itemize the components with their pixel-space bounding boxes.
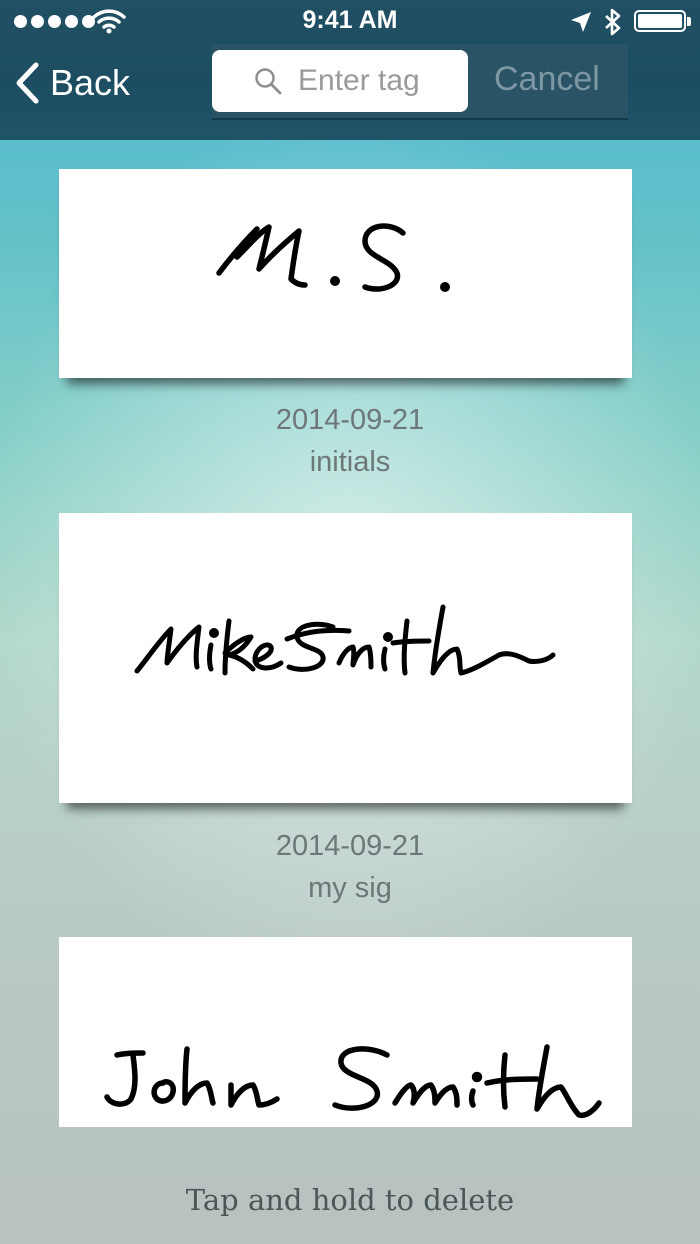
search-input[interactable]: Enter tag [212, 50, 468, 112]
back-label: Back [50, 62, 131, 103]
signature-date: 2014-09-21 [275, 830, 425, 862]
signature-meta-2: 2014-09-21 my sig [0, 825, 700, 909]
battery-tip [687, 17, 691, 26]
back-button[interactable]: Back [14, 62, 130, 104]
signature-image [104, 1044, 602, 1119]
battery-icon [634, 10, 686, 32]
signature-image [134, 604, 556, 676]
navigation-bar: 9:41 AM Back Enter tag Cancel [0, 0, 700, 140]
signature-date: 2014-09-21 [275, 404, 425, 436]
location-arrow-icon [571, 12, 591, 32]
signature-tag: initials [309, 446, 391, 478]
delete-hint: Tap and hold to delete [185, 1183, 515, 1217]
status-bar: 9:41 AM [0, 0, 700, 44]
search-placeholder: Enter tag [298, 64, 420, 97]
signature-meta-1: 2014-09-21 initials [0, 399, 700, 483]
signature-image [216, 223, 450, 292]
signature-card-initials[interactable] [59, 169, 632, 378]
status-time: 9:41 AM [302, 6, 398, 34]
cancel-button[interactable]: Cancel [494, 60, 600, 99]
signature-card-my-sig[interactable] [59, 513, 632, 803]
search-icon [254, 67, 282, 95]
signature-card-john-smith[interactable] [59, 937, 632, 1127]
chevron-left-icon [16, 62, 39, 104]
signature-tag: my sig [308, 872, 392, 904]
search-bar: Enter tag Cancel [212, 44, 628, 120]
bluetooth-icon [605, 8, 621, 36]
